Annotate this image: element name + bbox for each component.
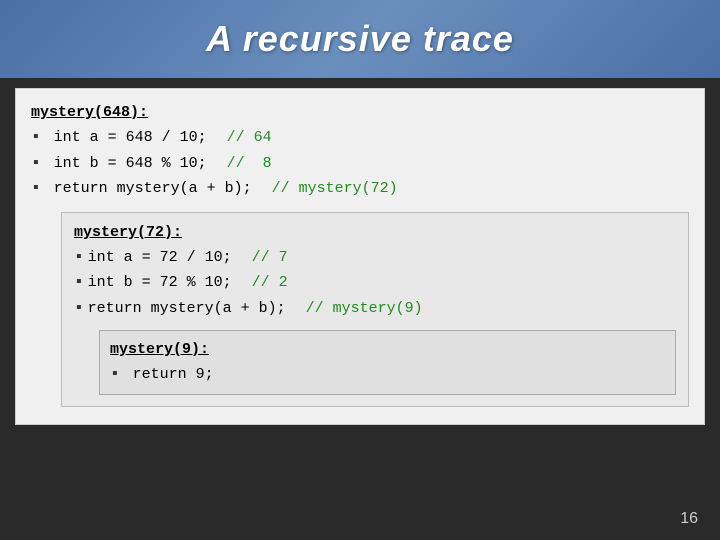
- middle-comment-3: // mystery(9): [306, 297, 423, 321]
- inner-call-block: mystery(9): ▪ return 9;: [110, 338, 665, 388]
- middle-call-block: mystery(72): ▪ int a = 72 / 10; // 7 ▪ i…: [74, 221, 676, 395]
- slide-header: A recursive trace: [0, 0, 720, 78]
- outer-code-1: int a = 648 / 10;: [45, 126, 207, 150]
- middle-call-box: mystery(72): ▪ int a = 72 / 10; // 7 ▪ i…: [61, 212, 689, 407]
- inner-code-1: return 9;: [124, 363, 214, 387]
- middle-method-name-line: mystery(72):: [74, 221, 676, 245]
- m-bullet-1: ▪: [74, 245, 84, 271]
- inner-call-box: mystery(9): ▪ return 9;: [99, 330, 676, 396]
- outer-method-name: mystery(648):: [31, 101, 148, 125]
- middle-line-1: ▪ int a = 72 / 10; // 7: [74, 245, 676, 271]
- middle-comment-1: // 7: [252, 246, 288, 270]
- slide-title: A recursive trace: [20, 18, 700, 60]
- middle-method-name: mystery(72):: [74, 221, 182, 245]
- i-bullet-1: ▪: [110, 362, 120, 388]
- m-bullet-3: ▪: [74, 296, 84, 322]
- outer-code-3: return mystery(a + b);: [45, 177, 252, 201]
- outer-line-3: ▪ return mystery(a + b); // mystery(72): [31, 176, 689, 202]
- inner-method-name: mystery(9):: [110, 338, 209, 362]
- middle-code-2: int b = 72 % 10;: [88, 271, 232, 295]
- outer-line-2: ▪ int b = 648 % 10; // 8: [31, 151, 689, 177]
- bullet-3: ▪: [31, 176, 41, 202]
- main-content-box: mystery(648): ▪ int a = 648 / 10; // 64 …: [15, 88, 705, 425]
- outer-comment-1: // 64: [227, 126, 272, 150]
- middle-code-3: return mystery(a + b);: [88, 297, 286, 321]
- page-number: 16: [680, 510, 698, 528]
- inner-method-name-line: mystery(9):: [110, 338, 665, 362]
- outer-method-name-line: mystery(648):: [31, 101, 689, 125]
- outer-comment-3: // mystery(72): [272, 177, 398, 201]
- bullet-1: ▪: [31, 125, 41, 151]
- outer-line-1: ▪ int a = 648 / 10; // 64: [31, 125, 689, 151]
- middle-line-2: ▪ int b = 72 % 10; // 2: [74, 270, 676, 296]
- bullet-2: ▪: [31, 151, 41, 177]
- middle-comment-2: // 2: [252, 271, 288, 295]
- middle-code-1: int a = 72 / 10;: [88, 246, 232, 270]
- m-bullet-2: ▪: [74, 270, 84, 296]
- outer-call-block: mystery(648): ▪ int a = 648 / 10; // 64 …: [31, 101, 689, 407]
- inner-line-1: ▪ return 9;: [110, 362, 665, 388]
- outer-comment-2: // 8: [227, 152, 272, 176]
- outer-code-2: int b = 648 % 10;: [45, 152, 207, 176]
- middle-line-3: ▪ return mystery(a + b); // mystery(9): [74, 296, 676, 322]
